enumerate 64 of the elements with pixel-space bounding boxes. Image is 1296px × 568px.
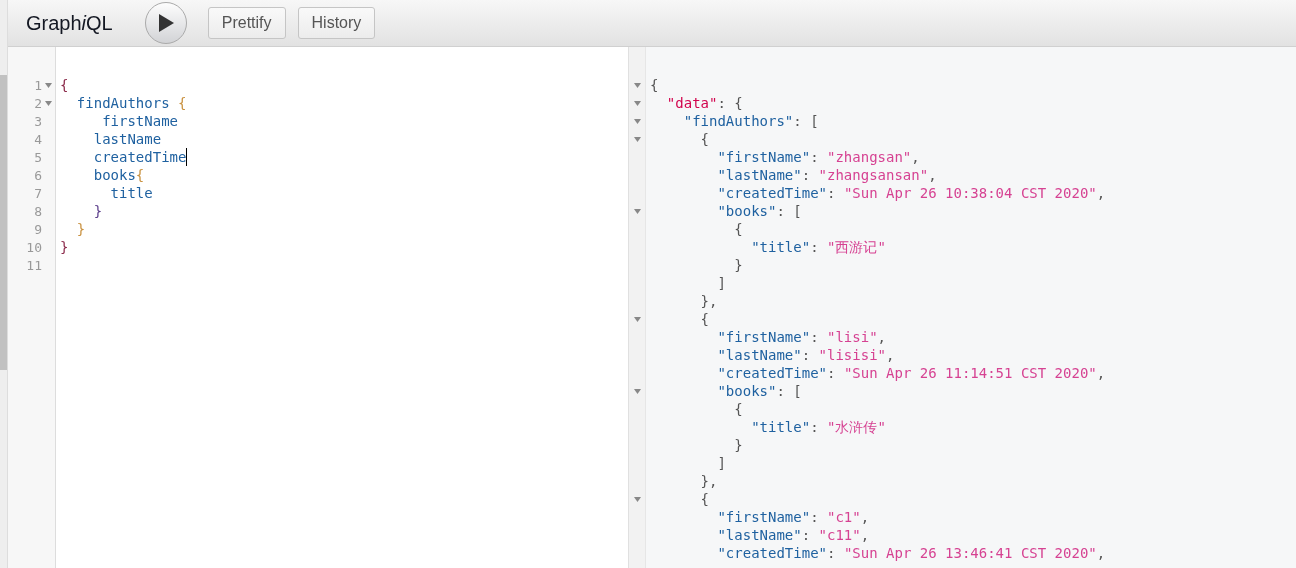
- fold-arrow-icon[interactable]: [45, 100, 52, 106]
- code-line: findAuthors {: [75, 94, 188, 112]
- line-number: 5: [34, 149, 42, 165]
- code-line: }: [733, 256, 744, 274]
- line-number: 7: [34, 185, 42, 201]
- code-line: lastName: [92, 130, 163, 148]
- line-number: 8: [34, 203, 42, 219]
- fold-arrow-icon[interactable]: [634, 316, 641, 322]
- code-line: "lastName": "c11",: [716, 526, 871, 544]
- code-line: "title": "水浒传": [750, 418, 887, 436]
- line-number: 3: [34, 113, 42, 129]
- code-line: },: [699, 292, 719, 310]
- code-line: },: [699, 472, 719, 490]
- code-line: {: [733, 400, 744, 418]
- code-line: }: [733, 436, 744, 454]
- fold-arrow-icon[interactable]: [634, 388, 641, 394]
- code-line: {: [699, 310, 710, 328]
- toolbar-button[interactable]: Prettify: [207, 7, 286, 39]
- play-icon: [157, 14, 174, 32]
- fold-arrow-icon[interactable]: [634, 82, 641, 88]
- code-line: "books": [: [716, 382, 803, 400]
- code-line: }: [75, 220, 87, 238]
- code-line: {: [650, 76, 660, 94]
- fold-arrow-icon[interactable]: [634, 496, 641, 502]
- code-line: "firstName": "zhangsan",: [716, 148, 921, 166]
- fold-arrow-icon[interactable]: [634, 208, 641, 214]
- fold-arrow-icon[interactable]: [634, 100, 641, 106]
- code-line: }: [60, 238, 70, 256]
- line-number: 9: [34, 221, 42, 237]
- code-line: "findAuthors": [: [682, 112, 820, 130]
- line-number: 11: [26, 257, 42, 273]
- run-button[interactable]: [144, 2, 187, 44]
- code-line: books{: [92, 166, 146, 184]
- code-line: {: [60, 76, 70, 94]
- scrollbar-thumb[interactable]: [0, 75, 7, 370]
- toolbar-button[interactable]: History: [297, 7, 376, 39]
- code-line: "title": "西游记": [750, 238, 887, 256]
- code-line: "createdTime": "Sun Apr 26 10:38:04 CST 2020",: [716, 184, 1107, 202]
- code-line: "data": {: [665, 94, 744, 112]
- code-line: "lastName": "zhangsansan",: [716, 166, 938, 184]
- code-line: createdTime: [60, 148, 188, 166]
- code-line: }: [92, 202, 104, 220]
- line-number: 6: [34, 167, 42, 183]
- code-line: ]: [716, 454, 727, 472]
- code-line: "createdTime": "Sun Apr 26 11:14:51 CST 2020",: [716, 364, 1107, 382]
- line-number: 10: [26, 239, 42, 255]
- code-line: firstName: [101, 112, 179, 130]
- code-line: {: [699, 130, 710, 148]
- line-number: 1: [34, 77, 42, 93]
- code-line: "lastName": "lisisi",: [716, 346, 896, 364]
- code-line: "books": [: [716, 202, 803, 220]
- app-title: GraphiQL: [26, 11, 113, 35]
- fold-arrow-icon[interactable]: [45, 82, 52, 88]
- code-line: ]: [716, 274, 727, 292]
- code-line: {: [733, 220, 744, 238]
- code-line: {: [699, 490, 710, 508]
- code-line: title: [109, 184, 154, 202]
- fold-arrow-icon[interactable]: [634, 118, 641, 124]
- code-line: "createdTime": "Sun Apr 26 13:46:41 CST 2020",: [716, 544, 1107, 562]
- code-line: "firstName": "c1",: [716, 508, 871, 526]
- line-number: 2: [34, 95, 42, 111]
- fold-arrow-icon[interactable]: [634, 136, 641, 142]
- line-number: 4: [34, 131, 42, 147]
- code-line: "firstName": "lisi",: [716, 328, 888, 346]
